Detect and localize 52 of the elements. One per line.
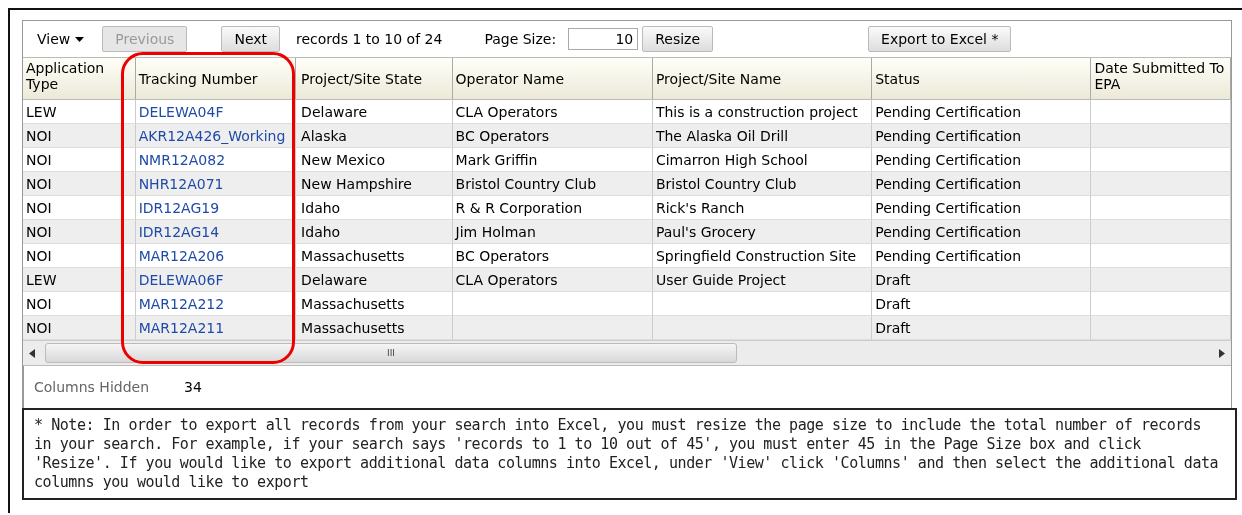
next-button[interactable]: Next bbox=[221, 26, 281, 52]
resize-button[interactable]: Resize bbox=[642, 26, 714, 52]
table-cell: Idaho bbox=[296, 220, 453, 244]
tracking-link[interactable]: IDR12AG14 bbox=[138, 224, 220, 240]
tracking-link[interactable]: MAR12A212 bbox=[138, 296, 225, 312]
column-header[interactable]: Project/Site State bbox=[296, 58, 453, 99]
tracking-link[interactable]: NMR12A082 bbox=[138, 152, 226, 168]
column-header[interactable]: Date Submitted To EPA bbox=[1091, 58, 1231, 99]
table-cell: Pending Certification bbox=[872, 124, 1092, 148]
tracking-link[interactable]: AKR12A426_Working bbox=[138, 128, 286, 144]
export-button[interactable]: Export to Excel * bbox=[868, 26, 1012, 52]
horizontal-scrollbar[interactable]: III bbox=[23, 340, 1231, 366]
tracking-link[interactable]: MAR12A211 bbox=[138, 320, 225, 336]
column-header[interactable]: Status bbox=[872, 58, 1092, 99]
columns-hidden-label: Columns Hidden bbox=[34, 379, 151, 395]
table-cell: Delaware bbox=[296, 268, 453, 292]
column-header[interactable]: Tracking Number bbox=[135, 58, 297, 99]
page-size-label: Page Size: bbox=[484, 31, 557, 47]
table-cell: Paul's Grocery bbox=[652, 220, 873, 244]
scroll-right-icon[interactable] bbox=[1219, 348, 1225, 358]
scroll-left-icon[interactable] bbox=[29, 348, 35, 358]
tracking-link[interactable]: MAR12A206 bbox=[138, 248, 225, 264]
table-cell: Jim Holman bbox=[452, 220, 653, 244]
columns-hidden-count: 34 bbox=[184, 379, 202, 395]
table-cell: New Hampshire bbox=[296, 172, 453, 196]
tracking-link[interactable]: IDR12AG19 bbox=[138, 200, 220, 216]
table-cell: Bristol Country Club bbox=[652, 172, 873, 196]
tracking-link[interactable]: NHR12A071 bbox=[138, 176, 224, 192]
table-cell: Bristol Country Club bbox=[452, 172, 653, 196]
export-note: * Note: In order to export all records from your search into Excel, you must resize the page size to include the total number of records in your search. For example, if your search says 'records to 1 to 10 out of 45', you must enter 45 in the Page Size box and click 'Resize'. If you would like to export additional data columns into Excel, under 'View' click 'Columns' and then select the additional data columns you would like to export bbox=[22, 408, 1237, 500]
table-cell: CLA Operators bbox=[452, 268, 653, 292]
table-cell: NOI bbox=[23, 172, 136, 196]
column-header[interactable]: Operator Name bbox=[452, 58, 653, 99]
table-cell: BC Operators bbox=[452, 124, 653, 148]
column-header[interactable]: Project/Site Name bbox=[652, 58, 873, 99]
table-cell: User Guide Project bbox=[652, 268, 873, 292]
scroll-thumb[interactable]: III bbox=[45, 343, 737, 363]
table-cell: Alaska bbox=[296, 124, 453, 148]
tracking-link[interactable]: DELEWA04F bbox=[138, 104, 224, 120]
tracking-link[interactable]: DELEWA06F bbox=[138, 272, 224, 288]
table-cell: Draft bbox=[872, 268, 1092, 292]
column-header[interactable]: Application Type bbox=[23, 58, 136, 99]
table-cell: NOI bbox=[23, 220, 136, 244]
table-cell: Pending Certification bbox=[872, 172, 1092, 196]
table-cell: LEW bbox=[23, 268, 136, 292]
page-size-field[interactable]: 10 bbox=[568, 28, 639, 50]
view-menu[interactable]: View bbox=[33, 29, 89, 49]
records-count: records 1 to 10 of 24 bbox=[296, 31, 443, 47]
table-cell: Pending Certification bbox=[872, 220, 1092, 244]
table-cell: NOI bbox=[23, 124, 136, 148]
table-cell: The Alaska Oil Drill bbox=[652, 124, 873, 148]
caret-icon bbox=[75, 36, 85, 42]
